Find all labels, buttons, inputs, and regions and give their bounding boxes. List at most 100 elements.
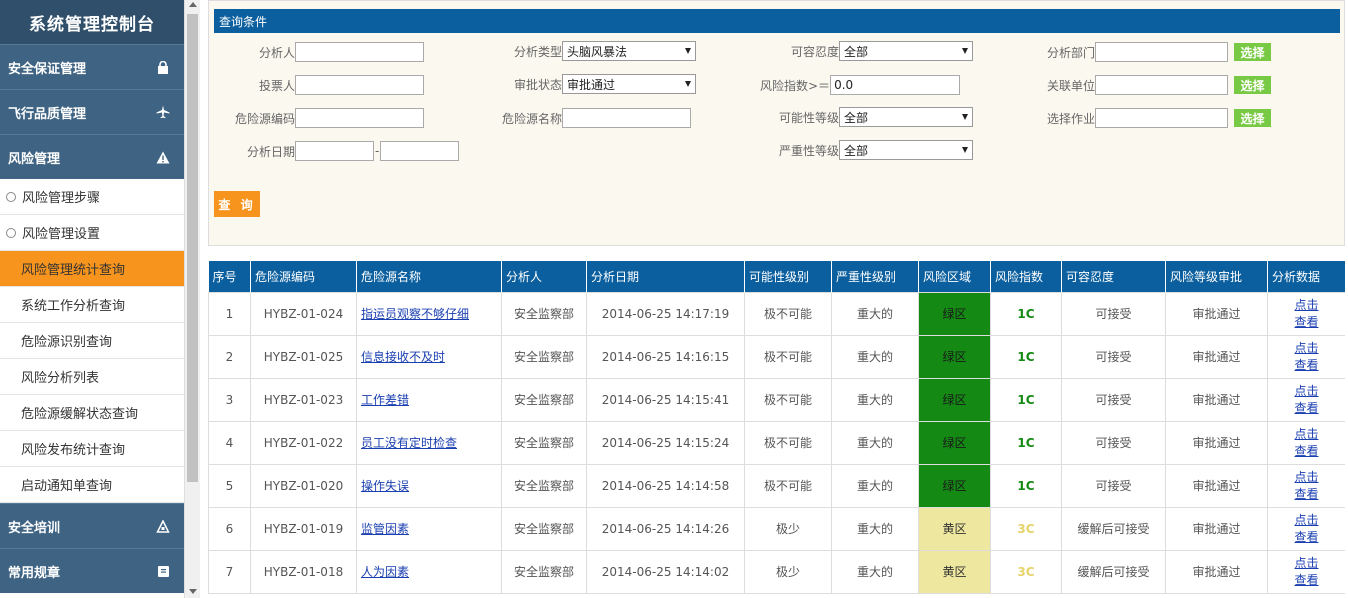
cell-tolerance: 缓解后可接受: [1061, 549, 1166, 594]
cell-tolerance: 可接受: [1061, 377, 1166, 422]
sidebar-item-label: 风险管理步骤: [22, 191, 101, 206]
sidebar-item-label: 启动通知单查询: [21, 479, 113, 494]
date-start-input[interactable]: [295, 141, 375, 161]
table-row: 2 HYBZ-01-025 信息接收不及时 安全监察部 2014-06-25 14:16…: [208, 334, 1345, 379]
hazard-name-link[interactable]: 员工没有定时检查: [357, 434, 501, 451]
view-analysis-link[interactable]: 点击 查看: [1294, 555, 1320, 589]
cell-date: 2014-06-25 14:16:15: [586, 334, 745, 379]
cell-zone: 黄区: [918, 549, 991, 594]
likelihood-select[interactable]: 全部: [839, 107, 974, 127]
sidebar-item-notice-query[interactable]: 启动通知单查询: [0, 467, 184, 503]
risk-index-input[interactable]: [830, 75, 961, 95]
view-analysis-link[interactable]: 点击 查看: [1294, 426, 1320, 460]
table-row: 4 HYBZ-01-022 员工没有定时检查 安全监察部 2014-06-25 14:1…: [208, 420, 1345, 465]
severity-select[interactable]: 全部: [839, 140, 974, 160]
cell-no: 1: [208, 291, 251, 336]
sidebar-item-hazard-identification[interactable]: 危险源识别查询: [0, 323, 184, 359]
cell-no: 4: [208, 420, 251, 465]
sidebar-section-training[interactable]: 安全培训: [0, 503, 184, 548]
cell-index: 1C: [990, 463, 1062, 508]
sidebar-item-hazard-mitigation[interactable]: 危险源缓解状态查询: [0, 395, 184, 431]
analysis-type-select[interactable]: 头脑风暴法: [562, 41, 697, 61]
search-button[interactable]: 查 询: [214, 191, 260, 217]
view-analysis-link[interactable]: 点击 查看: [1294, 383, 1320, 417]
hazard-name-link[interactable]: 信息接收不及时: [357, 348, 501, 365]
sidebar-item-risk-statistics[interactable]: 风险管理统计查询: [0, 251, 184, 287]
sidebar-item-risk-settings[interactable]: 风险管理设置: [0, 215, 184, 251]
date-end-input[interactable]: [380, 141, 460, 161]
view-analysis-link[interactable]: 点击 查看: [1294, 340, 1320, 374]
column-header: 风险指数: [990, 261, 1062, 292]
sidebar-item-risk-steps[interactable]: 风险管理步骤: [0, 179, 184, 215]
hazard-name-link[interactable]: 指运员观察不够仔细: [357, 305, 501, 322]
cell-likelihood: 极不可能: [744, 334, 832, 379]
unit-input[interactable]: [1095, 75, 1229, 95]
hazard-code-input[interactable]: [295, 108, 425, 128]
sidebar-item-label: 系统工作分析查询: [21, 299, 126, 314]
sidebar-section-label: 飞行品质管理: [8, 106, 87, 122]
hazard-name-link[interactable]: 操作失误: [357, 477, 501, 494]
analyst-field: 分析人: [259, 42, 425, 62]
cell-likelihood: 极不可能: [744, 291, 832, 336]
column-header: 风险等级审批: [1165, 261, 1268, 292]
cell-likelihood: 极不可能: [744, 377, 832, 422]
sidebar-item-system-analysis[interactable]: 系统工作分析查询: [0, 287, 184, 323]
sidebar-item-risk-analysis-list[interactable]: 风险分析列表: [0, 359, 184, 395]
view-analysis-link[interactable]: 点击 查看: [1294, 512, 1320, 546]
scrollbar-thumb[interactable]: [187, 14, 198, 482]
hazard-name-link[interactable]: 人为因素: [357, 563, 501, 580]
cell-likelihood: 极少: [744, 506, 832, 551]
sidebar-item-risk-publish[interactable]: 风险发布统计查询: [0, 431, 184, 467]
cell-date: 2014-06-25 14:14:58: [586, 463, 745, 508]
cell-no: 2: [208, 334, 251, 379]
cell-approval: 审批通过: [1165, 420, 1268, 465]
lock-icon: [156, 60, 170, 74]
cell-severity: 重大的: [831, 549, 919, 594]
cell-tolerance: 可接受: [1061, 291, 1166, 336]
scroll-up-arrow-icon[interactable]: [189, 2, 197, 7]
column-header: 可容忍度: [1061, 261, 1166, 292]
cell-name: 操作失误: [356, 463, 502, 508]
cell-code: HYBZ-01-025: [250, 334, 357, 379]
view-analysis-link[interactable]: 点击 查看: [1294, 469, 1320, 503]
cell-code: HYBZ-01-022: [250, 420, 357, 465]
sidebar-section-label: 安全培训: [8, 520, 61, 536]
cell-analysis-data: 点击 查看: [1267, 377, 1345, 422]
cell-likelihood: 极不可能: [744, 420, 832, 465]
unit-field: 关联单位 选择: [1047, 75, 1272, 95]
sidebar-section-rules[interactable]: 常用规章: [0, 548, 184, 593]
column-header: 风险区域: [918, 261, 991, 292]
choose-job-button[interactable]: 选择: [1234, 109, 1272, 127]
view-analysis-link[interactable]: 点击 查看: [1294, 297, 1320, 331]
cell-index: 1C: [990, 334, 1062, 379]
voter-input[interactable]: [295, 75, 425, 95]
dept-input[interactable]: [1095, 42, 1229, 62]
table-row: 5 HYBZ-01-020 操作失误 安全监察部 2014-06-25 14:14:58…: [208, 463, 1345, 508]
analyst-input[interactable]: [295, 42, 425, 62]
column-header: 可能性级别: [744, 261, 832, 292]
sidebar-section-flight[interactable]: 飞行品质管理: [0, 89, 184, 134]
training-icon: [156, 519, 170, 533]
cell-approval: 审批通过: [1165, 549, 1268, 594]
cell-no: 7: [208, 549, 251, 594]
sidebar-scrollbar[interactable]: [184, 0, 200, 598]
hazard-name-link[interactable]: 工作差错: [357, 391, 501, 408]
table-header-row: 序号 危险源编码 危险源名称 分析人 分析日期 可能性级别 严重性级别 风险区域 风险指数 可容忍…: [208, 261, 1345, 292]
tolerance-select[interactable]: 全部: [839, 41, 974, 61]
cell-likelihood: 极不可能: [744, 463, 832, 508]
cell-analyst: 安全监察部: [501, 463, 587, 508]
cell-date: 2014-06-25 14:15:41: [586, 377, 745, 422]
hazard-name-link[interactable]: 监管因素: [357, 520, 501, 537]
job-input[interactable]: [1095, 108, 1229, 128]
cell-index: 3C: [990, 506, 1062, 551]
sidebar-section-risk[interactable]: 风险管理: [0, 134, 184, 179]
scroll-down-arrow-icon[interactable]: [189, 589, 197, 594]
hazard-name-input[interactable]: [562, 108, 692, 128]
choose-unit-button[interactable]: 选择: [1234, 76, 1272, 94]
cell-severity: 重大的: [831, 377, 919, 422]
cell-likelihood: 极少: [744, 549, 832, 594]
sidebar-section-safety[interactable]: 安全保证管理: [0, 44, 184, 89]
sidebar-item-label: 风险分析列表: [21, 371, 100, 386]
choose-dept-button[interactable]: 选择: [1234, 43, 1272, 61]
approval-select[interactable]: 审批通过: [562, 74, 697, 94]
